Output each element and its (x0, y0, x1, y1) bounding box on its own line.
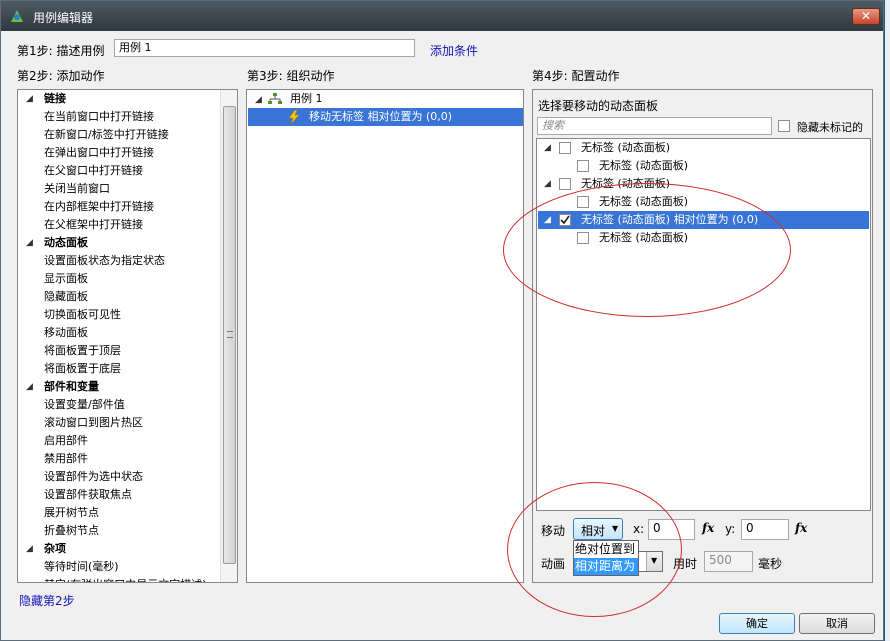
action-item[interactable]: 禁用部件 (44, 450, 88, 468)
action-item[interactable]: 设置变量/部件值 (44, 396, 125, 414)
collapse-icon[interactable]: ◢ (544, 143, 551, 153)
background-strip (885, 0, 890, 641)
collapse-icon[interactable]: ◢ (26, 382, 33, 392)
duration-input[interactable]: 500 (704, 551, 753, 572)
action-item[interactable]: 设置部件为选中状态 (44, 468, 143, 486)
action-item[interactable]: 其它(在弹出窗口中显示文字描述) (44, 576, 207, 582)
app-icon (11, 10, 23, 22)
hide-step2-link[interactable]: 隐藏第2步 (19, 592, 75, 609)
title-bar[interactable]: 用例编辑器 ✕ (1, 1, 883, 31)
action-item[interactable]: 等待时间(毫秒) (44, 558, 119, 576)
case-editor-dialog: 用例编辑器 ✕ 第1步: 描述用例 用例 1 添加条件 第2步: 添加动作 第3… (0, 0, 884, 641)
close-button[interactable]: ✕ (852, 8, 880, 25)
collapse-icon[interactable]: ◢ (255, 95, 262, 105)
action-list-scrollbar[interactable] (220, 90, 237, 582)
action-item[interactable]: 关闭当前窗口 (44, 180, 110, 198)
action-item[interactable]: 折叠树节点 (44, 522, 99, 540)
y-input[interactable]: 0 (741, 519, 789, 540)
scrollbar-thumb[interactable] (223, 106, 236, 564)
action-list-panel: ◢ 链接 在当前窗口中打开链接 在新窗口/标签中打开链接 在弹出窗口中打开链接 在父窗口中… (17, 89, 238, 583)
panel-checkbox[interactable] (577, 160, 589, 172)
collapse-icon[interactable]: ◢ (26, 238, 33, 248)
action-item[interactable]: 将面板置于顶层 (44, 342, 121, 360)
window-title: 用例编辑器 (33, 11, 94, 25)
action-item[interactable]: 显示面板 (44, 270, 88, 288)
action-item[interactable]: 在弹出窗口中打开链接 (44, 144, 154, 162)
action-item[interactable]: 设置面板状态为指定状态 (44, 252, 165, 270)
panel-tree-row[interactable]: ◢ 无标签 (动态面板) (538, 139, 869, 157)
panel-node-label: 无标签 (动态面板) (581, 141, 671, 154)
hide-unlabeled-label: 隐藏未标记的 (797, 121, 863, 134)
panel-select-title: 选择要移动的动态面板 (538, 99, 659, 113)
y-label: y: (725, 522, 736, 536)
action-item[interactable]: 隐藏面板 (44, 288, 88, 306)
hide-unlabeled-checkbox[interactable] (778, 120, 790, 132)
step3-label: 第3步: 组织动作 (247, 69, 335, 83)
action-item[interactable]: 启用部件 (44, 432, 88, 450)
action-item[interactable]: 在父窗口中打开链接 (44, 162, 143, 180)
action-item[interactable]: 设置部件获取焦点 (44, 486, 132, 504)
case-tree-icon (268, 93, 282, 104)
x-fx-icon[interactable]: fx (702, 521, 714, 535)
panel-node-label: 无标签 (动态面板) (599, 159, 689, 172)
lightning-icon (288, 110, 300, 124)
y-fx-icon[interactable]: fx (795, 521, 807, 535)
annotation-circle-top (503, 183, 791, 317)
panel-tree-child-row[interactable]: 无标签 (动态面板) (538, 157, 869, 175)
action-category[interactable]: 杂项 (44, 540, 66, 558)
ok-button[interactable]: 确定 (719, 613, 795, 634)
panel-checkbox[interactable] (559, 178, 571, 190)
collapse-icon[interactable]: ◢ (26, 94, 33, 104)
action-item[interactable]: 移动面板 (44, 324, 88, 342)
action-node: 移动无标签 相对位置为 (0,0) (309, 110, 453, 123)
action-item[interactable]: 在新窗口/标签中打开链接 (44, 126, 169, 144)
annotation-circle-bottom (507, 482, 682, 617)
collapse-icon[interactable]: ◢ (544, 179, 551, 189)
action-item[interactable]: 在当前窗口中打开链接 (44, 108, 154, 126)
search-input[interactable]: 搜索 (537, 117, 772, 135)
action-item[interactable]: 在父框架中打开链接 (44, 216, 143, 234)
action-item[interactable]: 在内部框架中打开链接 (44, 198, 154, 216)
step2-label: 第2步: 添加动作 (17, 69, 105, 83)
panel-checkbox[interactable] (559, 142, 571, 154)
action-item[interactable]: 切换面板可见性 (44, 306, 121, 324)
step4-label: 第4步: 配置动作 (532, 69, 620, 83)
selected-action-row[interactable]: 移动无标签 相对位置为 (0,0) (248, 108, 523, 126)
action-category[interactable]: 动态面板 (44, 234, 88, 252)
add-condition-link[interactable]: 添加条件 (430, 42, 478, 59)
action-category[interactable]: 部件和变量 (44, 378, 99, 396)
collapse-icon[interactable]: ◢ (26, 544, 33, 554)
action-item[interactable]: 滚动窗口到图片热区 (44, 414, 143, 432)
cancel-button[interactable]: 取消 (799, 613, 875, 634)
action-category[interactable]: 链接 (44, 90, 66, 108)
ms-label: 毫秒 (758, 557, 783, 571)
step1-label: 第1步: 描述用例 (17, 44, 105, 58)
case-node[interactable]: 用例 1 (290, 90, 323, 108)
action-item[interactable]: 展开树节点 (44, 504, 99, 522)
case-name-input[interactable]: 用例 1 (114, 39, 415, 57)
organize-actions-panel: ◢ 用例 1 移动无标签 相对位置为 (0,0) (246, 89, 524, 583)
action-item[interactable]: 将面板置于底层 (44, 360, 121, 378)
